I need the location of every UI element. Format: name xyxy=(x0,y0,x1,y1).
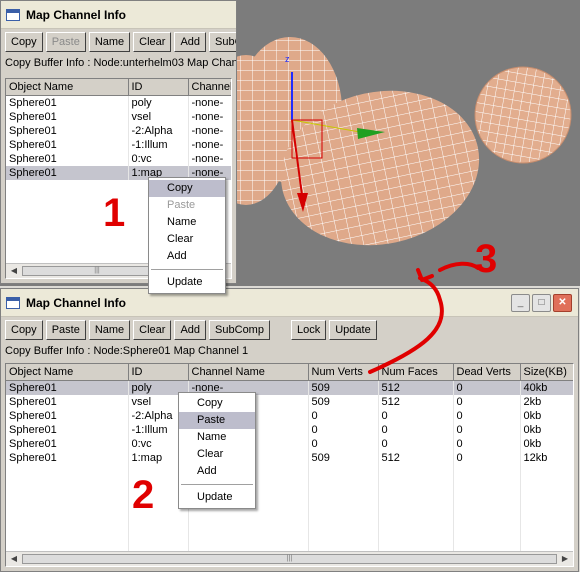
subcomp-button[interactable]: SubComp xyxy=(209,320,270,340)
context-menu-2: Copy Paste Name Clear Add Update xyxy=(178,392,256,509)
scroll-right-icon[interactable]: ▶ xyxy=(558,553,572,565)
column-header[interactable]: ID xyxy=(128,364,189,381)
window-icon xyxy=(6,296,20,309)
copy-button[interactable]: Copy xyxy=(5,320,43,340)
horizontal-scrollbar[interactable]: ◀ ||| ▶ xyxy=(6,551,573,566)
list-header: Object Name ID Channel Name Num Verts Nu… xyxy=(6,364,573,381)
copy-buffer-info: Copy Buffer Info : Node:Sphere01 Map Cha… xyxy=(5,345,249,357)
paste-button[interactable]: Paste xyxy=(45,32,86,52)
menu-item-clear[interactable]: Clear xyxy=(179,446,255,463)
clear-button[interactable]: Clear xyxy=(133,320,172,340)
lock-button[interactable]: Lock xyxy=(290,320,327,340)
menu-item-add[interactable]: Add xyxy=(179,463,255,480)
table-row[interactable]: Sphere01-2:Alpha-none-0000kb xyxy=(6,408,573,423)
menu-item-paste[interactable]: Paste xyxy=(179,412,255,429)
close-icon[interactable]: ✕ xyxy=(553,294,572,312)
table-row[interactable]: Sphere011:map-none-509512012kb xyxy=(6,450,573,465)
menu-item-add[interactable]: Add xyxy=(149,248,225,265)
menu-item-clear[interactable]: Clear xyxy=(149,231,225,248)
menu-item-update[interactable]: Update xyxy=(149,274,225,291)
clear-button[interactable]: Clear xyxy=(133,32,172,52)
table-row[interactable]: Sphere01 -2:Alpha -none- xyxy=(6,123,231,138)
scroll-thumb[interactable]: ||| xyxy=(22,554,557,564)
menu-item-copy[interactable]: Copy xyxy=(179,395,255,412)
minimize-icon[interactable]: _ xyxy=(511,294,530,312)
add-button[interactable]: Add xyxy=(174,32,207,52)
copy-buffer-info: Copy Buffer Info : Node:unterhelm03 Map … xyxy=(5,57,237,69)
scroll-left-icon[interactable]: ◀ xyxy=(7,265,21,277)
window-title: Map Channel Info xyxy=(26,295,126,310)
table-row[interactable]: Sphere010:vc-none-0000kb xyxy=(6,436,573,451)
channel-list[interactable]: Object Name ID Channel Name Num Verts Nu… xyxy=(5,363,574,567)
table-row[interactable]: Sphere01 0:vc -none- xyxy=(6,151,231,166)
window-title: Map Channel Info xyxy=(26,7,126,22)
window-icon xyxy=(6,8,20,21)
menu-item-copy[interactable]: Copy xyxy=(149,180,225,197)
name-button[interactable]: Name xyxy=(88,320,131,340)
column-header[interactable]: Channel N xyxy=(188,79,231,96)
toolbar: Copy Paste Name Clear Add SubComp Lock U… xyxy=(1,317,578,343)
copy-button[interactable]: Copy xyxy=(5,32,43,52)
column-header[interactable]: Num Verts xyxy=(308,364,379,381)
column-header[interactable]: Size(KB) xyxy=(520,364,573,381)
table-row[interactable]: Sphere01-1:Illum-none-0000kb xyxy=(6,422,573,437)
table-row-empty xyxy=(6,464,573,565)
menu-item-name[interactable]: Name xyxy=(179,429,255,446)
update-button[interactable]: Update xyxy=(329,320,377,340)
subcomp-button[interactable]: SubC xyxy=(209,32,236,52)
column-header[interactable]: Channel Name xyxy=(188,364,309,381)
menu-item-update[interactable]: Update xyxy=(179,489,255,506)
gizmo-z-label: z xyxy=(285,54,290,64)
add-button[interactable]: Add xyxy=(174,320,207,340)
column-header[interactable]: Num Faces xyxy=(378,364,454,381)
menu-item-name[interactable]: Name xyxy=(149,214,225,231)
column-header[interactable]: Object Name xyxy=(6,79,129,96)
menu-separator xyxy=(181,484,253,485)
context-menu-1: Copy Paste Name Clear Add Update xyxy=(148,177,226,294)
menu-item-paste[interactable]: Paste xyxy=(149,197,225,214)
title-bar[interactable]: Map Channel Info xyxy=(1,1,236,29)
column-header[interactable]: Object Name xyxy=(6,364,129,381)
maximize-icon[interactable]: □ xyxy=(532,294,551,312)
title-bar[interactable]: Map Channel Info _ □ ✕ xyxy=(1,289,578,317)
table-row-selected[interactable]: Sphere01 poly -none- 509 512 0 40kb xyxy=(6,380,573,395)
list-header: Object Name ID Channel N xyxy=(6,79,231,96)
table-row[interactable]: Sphere01 poly -none- xyxy=(6,95,231,110)
column-header[interactable]: ID xyxy=(128,79,189,96)
scroll-left-icon[interactable]: ◀ xyxy=(7,553,21,565)
column-header[interactable]: Dead Verts xyxy=(453,364,521,381)
name-button[interactable]: Name xyxy=(88,32,131,52)
table-row[interactable]: Sphere01 -1:Illum -none- xyxy=(6,137,231,152)
table-row[interactable]: Sphere01vsel-none-50951202kb xyxy=(6,394,573,409)
map-channel-info-window-2: Map Channel Info _ □ ✕ Copy Paste Name C… xyxy=(0,288,579,572)
paste-button[interactable]: Paste xyxy=(45,320,86,340)
table-row[interactable]: Sphere01 vsel -none- xyxy=(6,109,231,124)
toolbar: Copy Paste Name Clear Add SubC xyxy=(1,29,236,55)
menu-separator xyxy=(151,269,223,270)
